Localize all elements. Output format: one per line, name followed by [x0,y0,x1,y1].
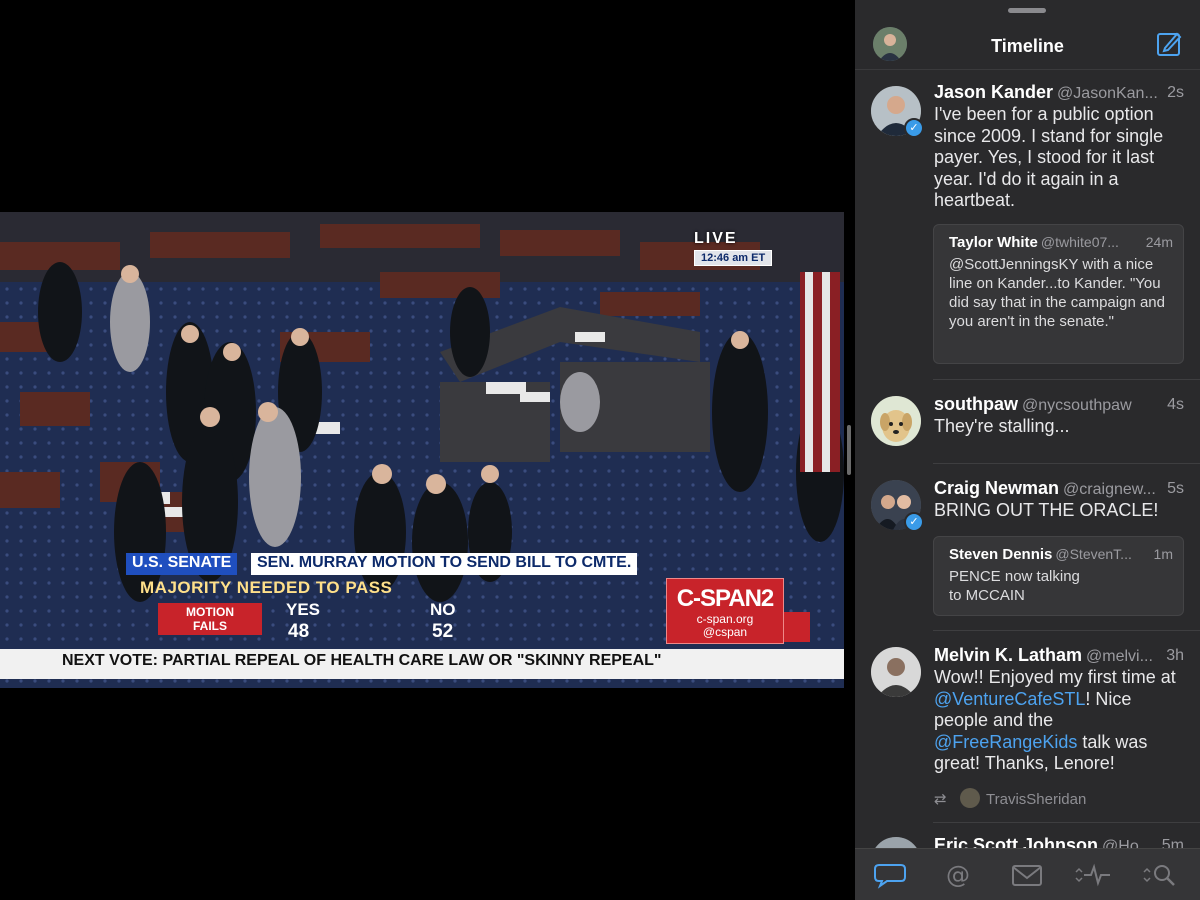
envelope-icon [1012,865,1042,886]
tweet-author-handle: @JasonKan... [1057,85,1158,102]
tab-search[interactable] [1142,859,1182,891]
tweet-author-handle: @nycsouthpaw [1022,397,1132,414]
cspan-logo-box: C-SPAN2 c-span.org @cspan [666,578,784,644]
tab-activity[interactable] [1074,859,1114,891]
vote-result-badge: MOTION FAILS [158,603,262,635]
vote-result-line2: FAILS [192,619,227,633]
split-view-handle[interactable] [847,425,851,475]
yes-count: 48 [288,621,310,642]
quoted-author-handle: @StevenT... [1055,546,1132,562]
svg-text:@: @ [946,861,970,889]
yes-label: YES [286,600,321,619]
mention-link[interactable]: @FreeRangeKids [934,732,1077,752]
tweet-timestamp: 5m [1161,837,1184,848]
quoted-timestamp: 1m [1153,546,1173,562]
tweet-author-name[interactable]: Jason Kander [934,82,1053,102]
tweet-author-name[interactable]: Melvin K. Latham [934,645,1082,665]
tweet-text: BRING OUT THE ORACLE! [934,500,1159,520]
tweet-author-handle: @craignew... [1063,481,1156,498]
retweeted-by-row[interactable]: ⇄ TravisSheridan [934,788,1086,808]
tweet-author-handle: @melvi... [1086,648,1153,665]
tweet-author-name[interactable]: Eric Scott Johnson [934,835,1098,848]
tab-messages[interactable] [1007,859,1047,891]
quoted-tweet[interactable]: Steven Dennis @StevenT... 1m PENCE now ta… [933,536,1184,616]
tweet-timestamp: 3h [1166,647,1184,664]
tweet-text: They're stalling... [934,416,1070,436]
twitter-app-pane: Timeline ✓ Jason Kander@JasonKan... 2s [855,0,1200,900]
tweet-item[interactable]: Melvin K. Latham @melvi... 3h Wow!! Enjoy… [855,631,1200,823]
tweet-timestamp: 5s [1167,480,1184,497]
next-vote-text: NEXT VOTE: PARTIAL REPEAL OF HEALTH CARE… [62,652,662,669]
retweeter-name: TravisSheridan [986,791,1087,808]
chyron-headline: SEN. MURRAY MOTION TO SEND BILL TO CMTE. [251,553,638,575]
activity-pulse-icon [1075,863,1110,887]
no-count: 52 [432,621,454,642]
tweet-text: I've been for a public option since 2009… [934,104,1164,210]
quoted-tweet[interactable]: Taylor White @twhite07... 24m @ScottJenni… [933,224,1184,364]
tweet-text-part: Wow!! Enjoyed my first time at [934,667,1176,687]
tweet-author-name[interactable]: southpaw [934,394,1018,414]
timeline-list[interactable]: ✓ Jason Kander @JasonKan... 2s I've been … [855,70,1200,848]
compose-icon [1157,32,1182,56]
tweet-item[interactable]: ✓ Craig Newman @craignew... 5s BRING OUT … [855,464,1200,631]
quoted-text: @ScottJenningsKY with a nice line on Kan… [949,256,1165,330]
compose-button[interactable] [1155,30,1183,58]
broadcast-time: 12:46 am ET [694,250,773,266]
retweeter-avatar [960,788,980,808]
verified-badge-icon: ✓ [904,118,924,138]
quoted-author-name: Steven Dennis [949,546,1053,563]
chyron-network: U.S. SENATE [126,553,238,575]
no-label: NO [430,600,456,619]
tweet-timestamp: 4s [1167,396,1184,413]
tweet-text: Wow!! Enjoyed my first time at @VentureC… [934,667,1186,775]
tweet-avatar[interactable] [871,647,921,697]
cspan-logo: C-SPAN2 [676,585,775,612]
navigation-bar: Timeline [855,20,1200,70]
slide-over-grabber[interactable] [1008,8,1046,13]
tweet-item[interactable]: ✓ Jason Kander @JasonKan... 2s I've been … [855,70,1200,380]
tweet-timestamp: 2s [1167,84,1184,101]
quoted-text: PENCE now talking to MCCAIN [949,568,1080,604]
nav-title: Timeline [991,36,1064,56]
tab-mentions[interactable]: @ [938,859,978,891]
video-player[interactable]: LIVE 12:46 am ET U.S. SENATE SEN. MURRAY… [0,0,844,900]
tweet-item[interactable]: southpaw @nycsouthpaw 4s They're stalling… [855,380,1200,464]
tab-timeline[interactable] [871,859,911,891]
tweet-item[interactable]: Eric Scott Johnson @Ho... 5m [855,823,1200,848]
retweet-icon: ⇄ [934,791,947,808]
quoted-timestamp: 24m [1145,234,1173,250]
vote-result-line1: MOTION [186,605,234,619]
tweet-avatar[interactable] [871,837,921,848]
live-indicator: LIVE [694,230,738,247]
quoted-author-handle: @twhite07... [1040,234,1119,250]
tweet-avatar[interactable] [871,396,921,446]
tweet-author-handle: @Ho... [1102,838,1153,848]
cspan-social: @cspan [702,625,748,639]
search-icon [1143,865,1175,886]
quoted-author-name: Taylor White [949,234,1038,251]
at-sign-icon: @ [946,861,970,889]
chyron-subline: MAJORITY NEEDED TO PASS [140,578,393,597]
mention-link[interactable]: @VentureCafeSTL [934,689,1085,709]
verified-badge-icon: ✓ [904,512,924,532]
tab-bar: @ [855,848,1200,900]
tweet-author-name[interactable]: Craig Newman [934,478,1059,498]
speech-bubble-icon [874,864,906,889]
